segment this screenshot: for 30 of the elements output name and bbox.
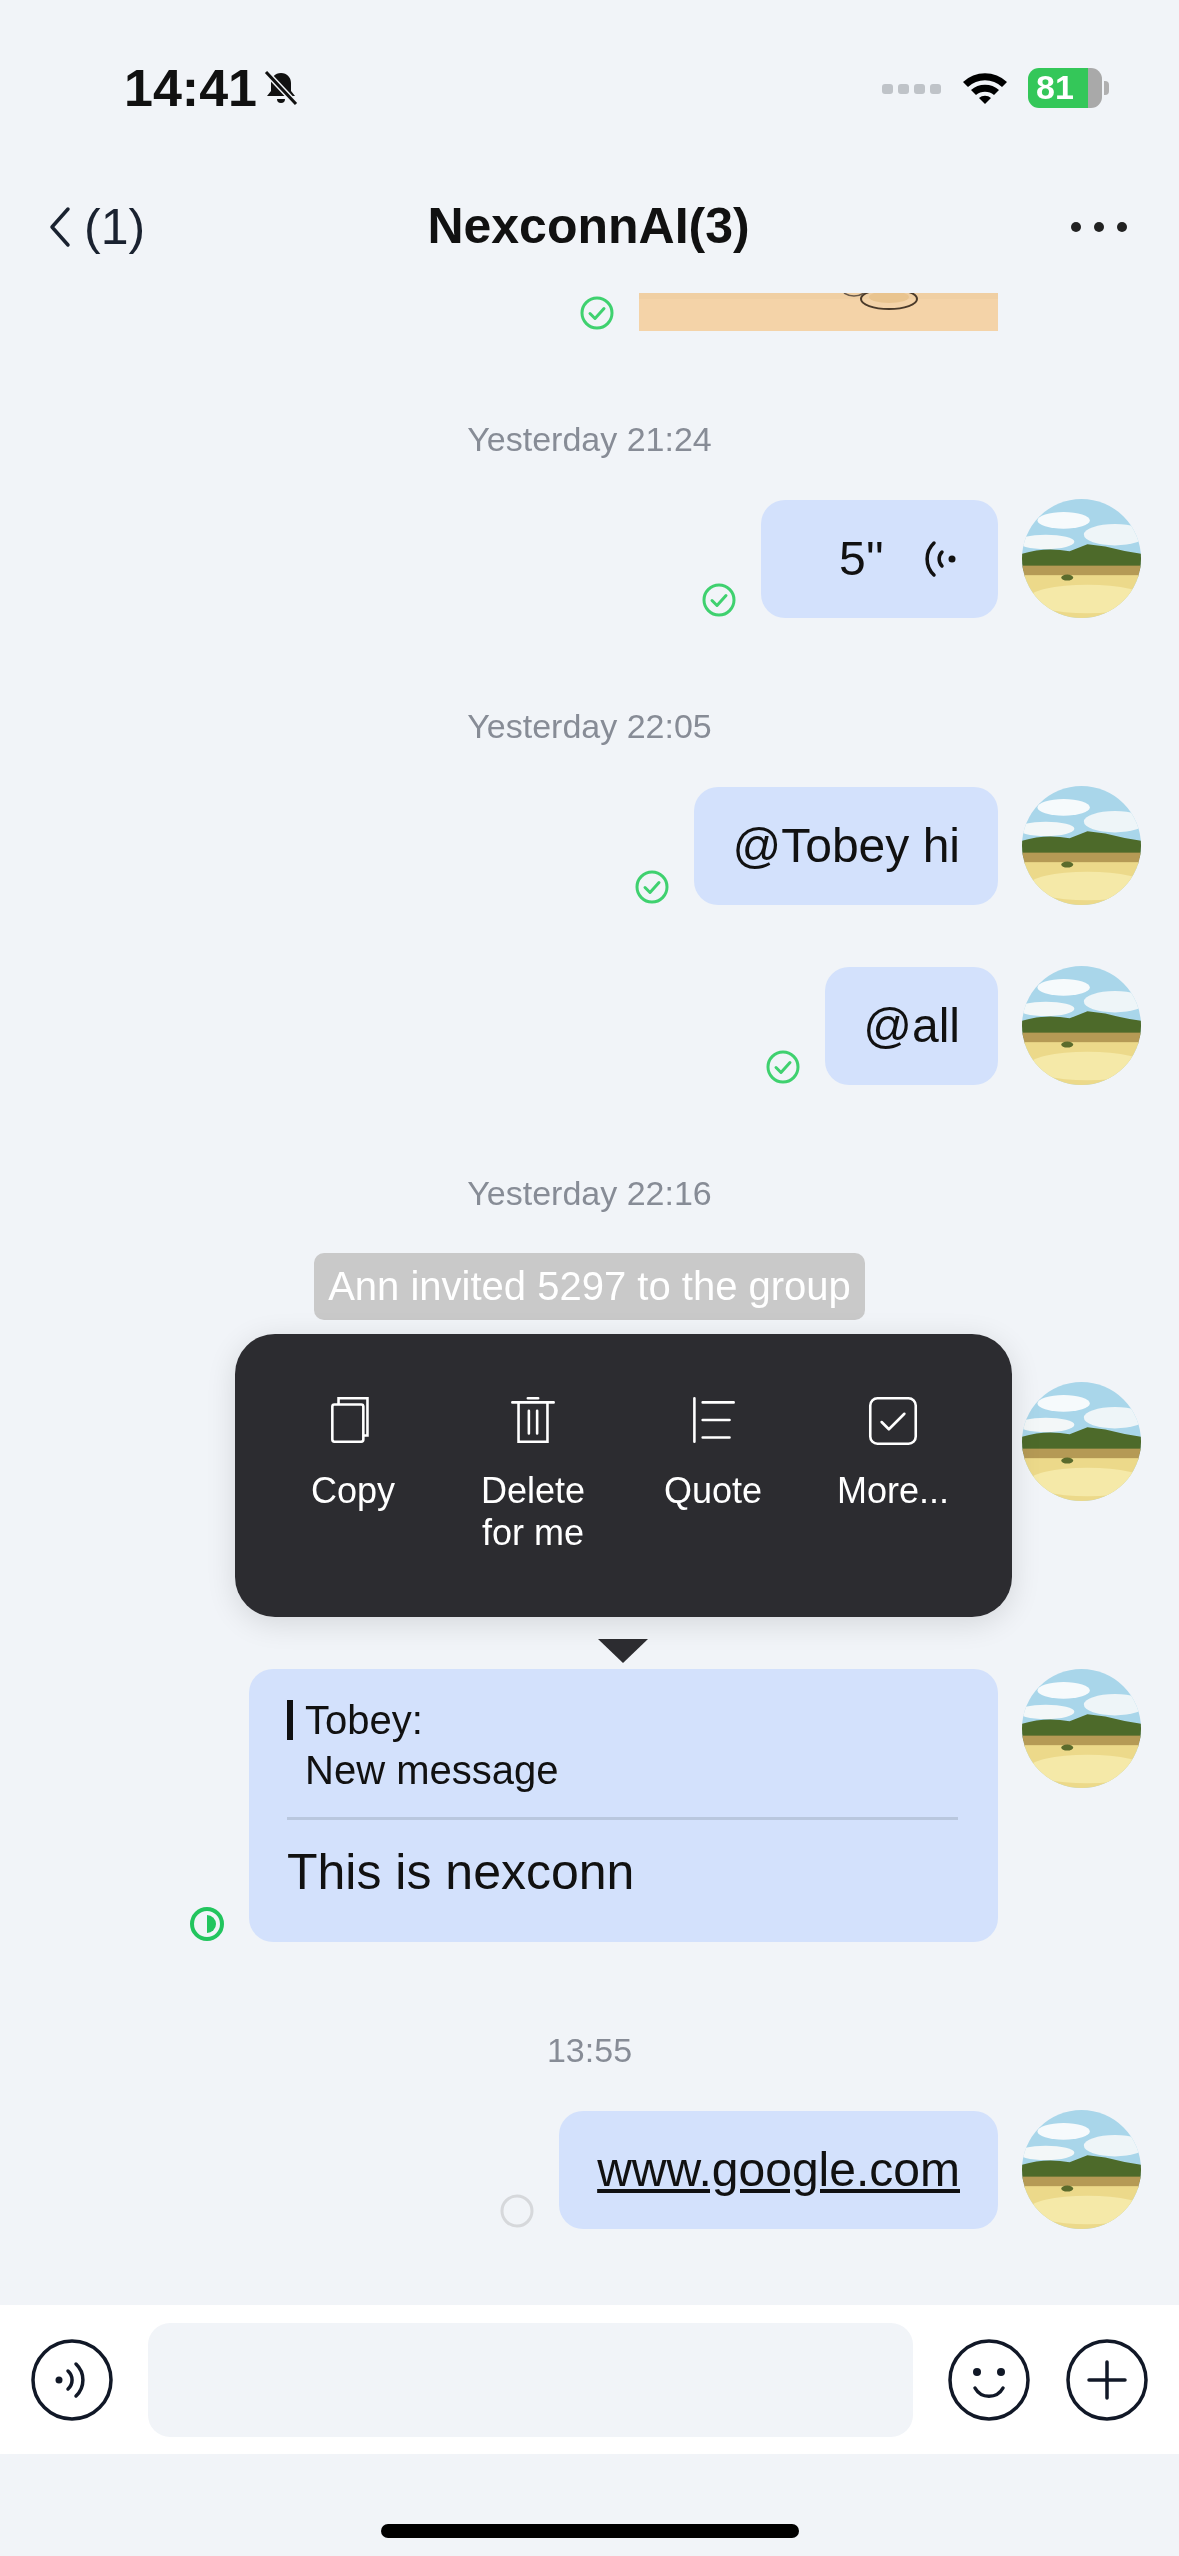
battery-tip xyxy=(1104,80,1109,95)
battery-percent: 81 xyxy=(1036,68,1074,107)
menu-pointer xyxy=(598,1639,648,1663)
voice-icon[interactable] xyxy=(30,2337,114,2422)
quoted-text: New message xyxy=(304,1747,560,1794)
quote-bar xyxy=(287,1700,293,1740)
message-bubble[interactable]: www.google.com xyxy=(559,2111,998,2229)
back-button[interactable]: (1) xyxy=(48,195,146,259)
emoji-icon[interactable] xyxy=(947,2337,1031,2422)
menu-item[interactable]: Delete for me xyxy=(443,1390,623,1617)
message-text: This is nexconn xyxy=(287,1843,636,1902)
chevron-left-icon xyxy=(48,205,72,249)
menu-item[interactable]: More... xyxy=(803,1390,983,1617)
timestamp: 13:55 xyxy=(546,2033,633,2067)
menu-item[interactable]: Quote xyxy=(623,1390,803,1617)
message-bubble[interactable]: Tobey: New message This is nexconn xyxy=(249,1669,998,1942)
plus-icon[interactable] xyxy=(1065,2337,1149,2422)
clock-time: 14:41 xyxy=(124,57,257,118)
timestamp: Yesterday 22:05 xyxy=(467,709,712,743)
more-icon[interactable] xyxy=(1069,220,1129,234)
timestamp: Yesterday 21:24 xyxy=(467,422,712,456)
menu-item[interactable]: Copy xyxy=(263,1390,443,1617)
link[interactable]: www.google.com xyxy=(597,2143,960,2196)
chat-title: NexconnAI(3) xyxy=(427,197,750,255)
voice-wave-icon xyxy=(924,539,958,579)
message-bubble[interactable]: @all xyxy=(825,967,998,1085)
quote-author: Tobey: xyxy=(305,1697,423,1744)
voice-message-bubble[interactable]: 5'' xyxy=(761,500,998,618)
message-bubble[interactable]: @Tobey hi xyxy=(694,787,998,905)
timestamp: Yesterday 22:16 xyxy=(467,1176,712,1210)
